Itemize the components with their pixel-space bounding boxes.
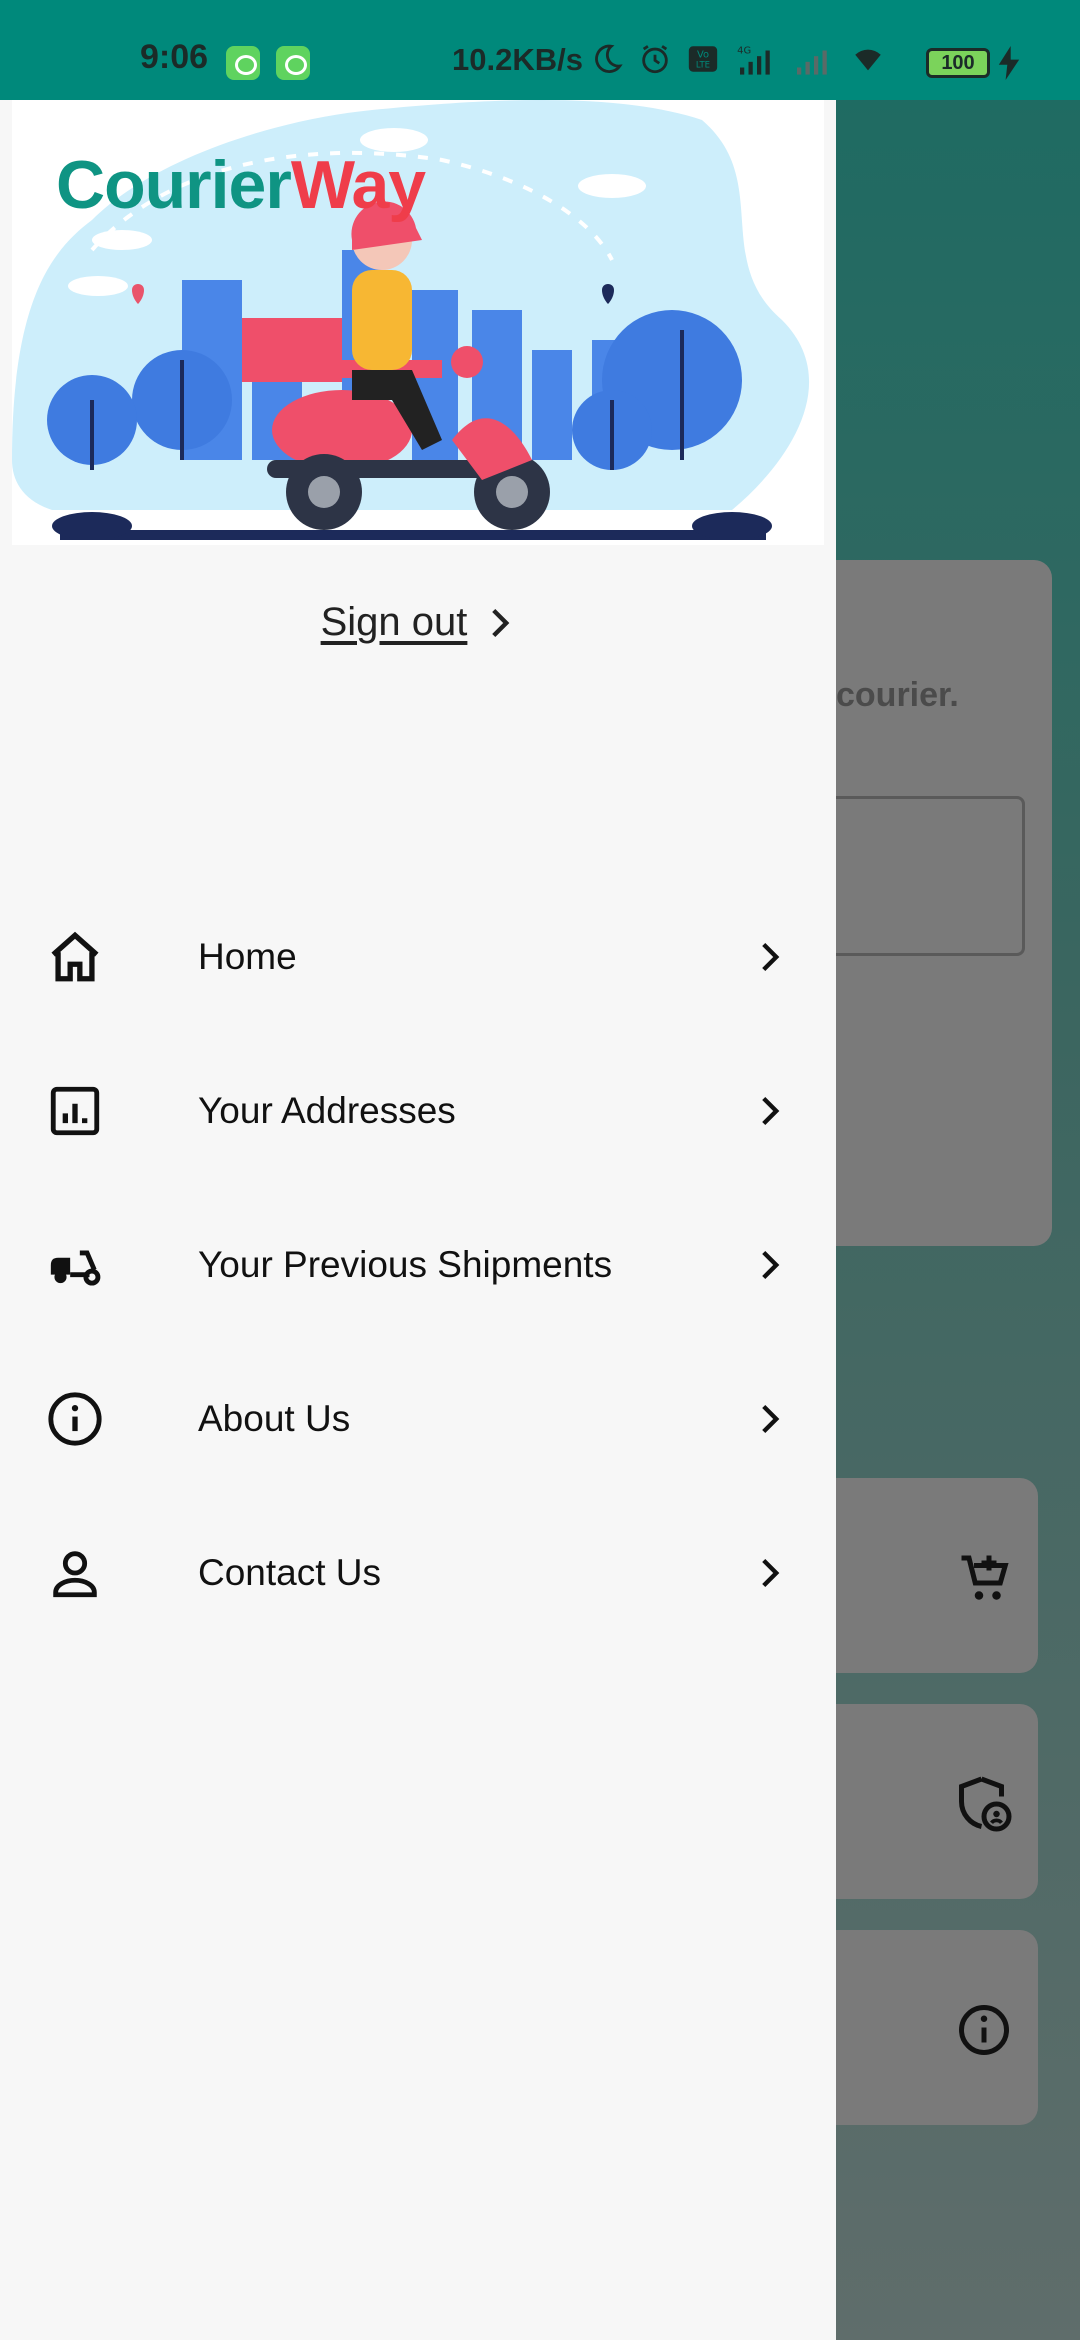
chevron-right-icon: [762, 1250, 780, 1280]
svg-text:4G: 4G: [737, 45, 751, 56]
network-speed: 10.2KB/s: [452, 42, 583, 77]
signal-icon: [797, 50, 827, 75]
add-cart-icon: [961, 1555, 1009, 1600]
info-icon: [959, 2005, 1009, 2055]
moon-icon: [595, 44, 623, 73]
status-bar: 9:06 10.2KB/s Vo LTE 4G 100: [0, 0, 1080, 100]
header-illustration: CourierWay: [12, 100, 824, 545]
svg-text:Vo: Vo: [697, 50, 709, 61]
menu-item-label: Your Addresses: [198, 1090, 456, 1131]
status-time: 9:06: [140, 38, 209, 76]
status-icons: Vo LTE 4G: [590, 42, 888, 76]
home-icon: [51, 931, 99, 982]
alarm-icon: [642, 45, 668, 74]
info-icon: [48, 1392, 102, 1446]
wifi-icon: [855, 49, 881, 71]
person-icon: [53, 1551, 97, 1598]
signal-4g-icon: 4G: [737, 45, 770, 75]
logo-text-courier: Courier: [56, 147, 292, 223]
chevron-right-icon: [762, 1558, 780, 1588]
sign-out-label: Sign out: [320, 600, 468, 644]
menu-item-contact-us[interactable]: Contact Us: [0, 1498, 836, 1648]
chevron-right-icon: [762, 1404, 780, 1434]
menu-item-label: Contact Us: [198, 1552, 382, 1593]
svg-text:LTE: LTE: [696, 61, 710, 71]
menu-item-previous-shipments[interactable]: Your Previous Shipments: [0, 1190, 836, 1340]
app-logo: CourierWay: [56, 146, 426, 224]
logo-text-way: Way: [290, 147, 426, 223]
scooter-icon: [50, 1250, 101, 1286]
battery-icon: 100: [926, 48, 990, 78]
chevron-right-icon: [492, 608, 510, 637]
menu-item-label: Your Previous Shipments: [198, 1244, 613, 1285]
menu-item-label: Home: [198, 936, 297, 977]
app-badge-icon: [226, 46, 260, 80]
menu-item-home[interactable]: Home: [0, 882, 836, 1032]
address-list-icon: [50, 1086, 100, 1136]
chevron-right-icon: [762, 942, 780, 972]
background-card-text: courier.: [836, 676, 959, 714]
menu-item-about-us[interactable]: About Us: [0, 1344, 836, 1494]
charging-icon: [998, 46, 1020, 80]
menu-item-label: About Us: [198, 1398, 351, 1439]
sign-out-link[interactable]: Sign out: [0, 600, 836, 645]
app-badge-icon: [276, 46, 310, 80]
menu-item-your-addresses[interactable]: Your Addresses: [0, 1036, 836, 1186]
navigation-drawer: CourierWay Sign out Home Your Addresses …: [0, 100, 836, 2340]
chevron-right-icon: [762, 1096, 780, 1126]
volte-icon: VoLTE: [688, 46, 718, 72]
privacy-shield-icon: [959, 1776, 1012, 1832]
